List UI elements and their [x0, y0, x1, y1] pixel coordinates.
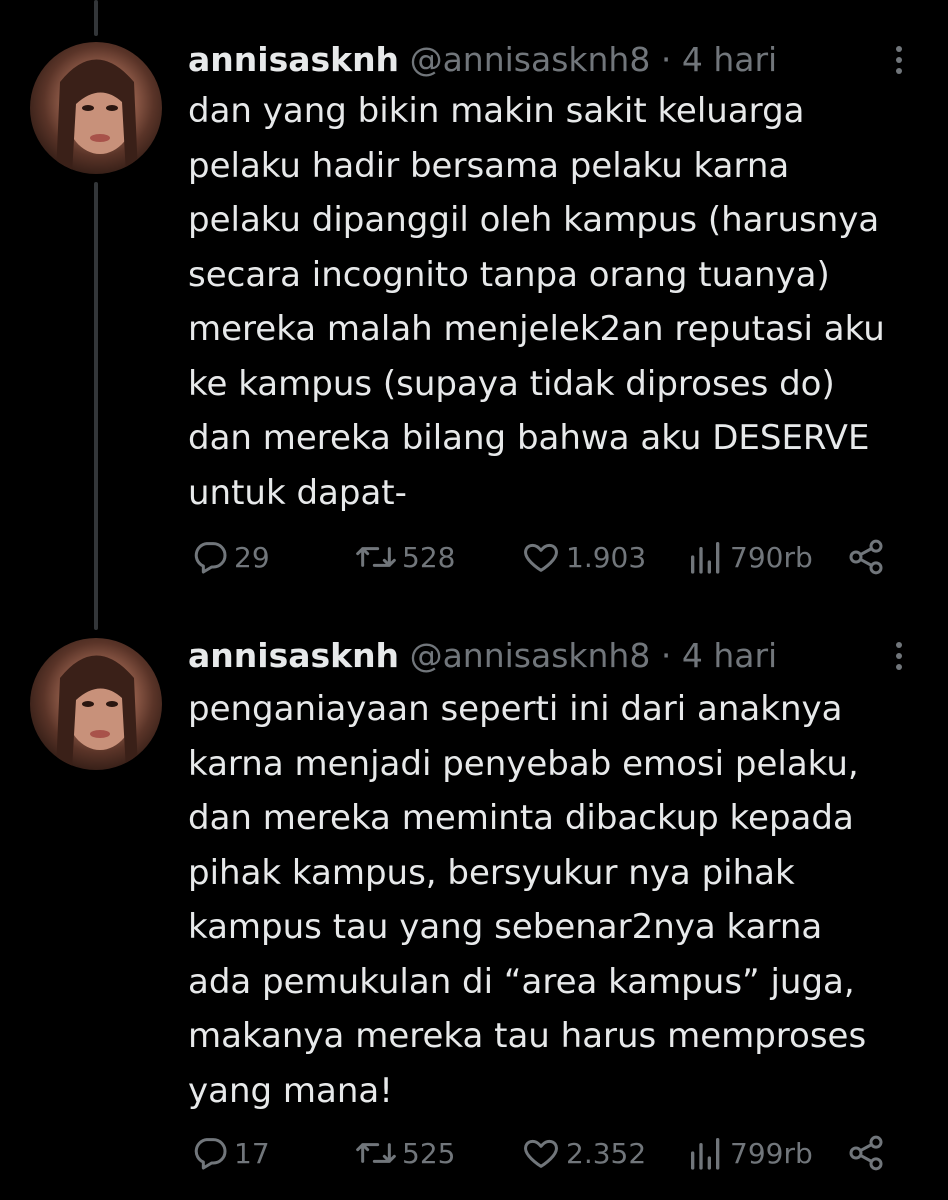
- avatar-image: [56, 59, 138, 174]
- retweet-button[interactable]: 525: [354, 1133, 455, 1173]
- retweet-count: 525: [402, 1136, 456, 1170]
- retweet-count: 528: [402, 540, 456, 574]
- tweet[interactable]: annisasknh @annisasknh8 · 4 hari pengani…: [0, 636, 948, 1200]
- timestamp[interactable]: 4 hari: [682, 636, 777, 675]
- separator-dot: ·: [660, 40, 672, 79]
- views-button[interactable]: 799rb: [686, 1133, 813, 1173]
- display-name[interactable]: annisasknh: [188, 40, 399, 79]
- reply-icon: [194, 1138, 227, 1170]
- reply-button[interactable]: 29: [190, 537, 270, 577]
- share-icon: [849, 1135, 883, 1171]
- reply-icon: [194, 542, 227, 574]
- share-button[interactable]: [846, 1133, 886, 1173]
- user-handle[interactable]: @annisasknh8: [410, 40, 651, 79]
- avatar[interactable]: [30, 638, 162, 770]
- heart-icon: [524, 543, 558, 572]
- like-count: 1.903: [566, 540, 647, 574]
- tweet-header: annisasknh @annisasknh8 · 4 hari: [188, 634, 777, 678]
- reply-count: 29: [234, 540, 270, 574]
- action-bar: 17 525 2.352 799rb: [190, 1133, 910, 1177]
- avatar[interactable]: [30, 42, 162, 174]
- avatar-image: [56, 655, 138, 770]
- retweet-icon: [356, 547, 396, 567]
- more-icon: [896, 642, 902, 670]
- separator-dot: ·: [660, 636, 672, 675]
- more-options-button[interactable]: [884, 40, 914, 80]
- views-count: 799rb: [730, 1136, 813, 1170]
- tweet-text: penganiayaan seperti ini dari anaknya ka…: [188, 689, 867, 1111]
- views-icon: [691, 1138, 720, 1170]
- tweet-header: annisasknh @annisasknh8 · 4 hari: [188, 38, 777, 82]
- user-handle[interactable]: @annisasknh8: [410, 636, 651, 675]
- display-name[interactable]: annisasknh: [188, 636, 399, 675]
- like-count: 2.352: [566, 1136, 647, 1170]
- tweet[interactable]: annisasknh @annisasknh8 · 4 hari dan yan…: [0, 40, 948, 600]
- views-button[interactable]: 790rb: [686, 537, 813, 577]
- reply-button[interactable]: 17: [190, 1133, 270, 1173]
- heart-icon: [524, 1139, 558, 1168]
- views-icon: [691, 542, 720, 574]
- retweet-icon: [356, 1143, 396, 1163]
- like-button[interactable]: 2.352: [520, 1133, 646, 1173]
- more-options-button[interactable]: [884, 636, 914, 676]
- timestamp[interactable]: 4 hari: [682, 40, 777, 79]
- retweet-button[interactable]: 528: [354, 537, 455, 577]
- thread-line-top: [94, 0, 98, 36]
- share-icon: [849, 539, 883, 575]
- share-button[interactable]: [846, 537, 886, 577]
- reply-count: 17: [234, 1136, 270, 1170]
- action-bar: 29 528 1.903 790rb: [190, 537, 910, 581]
- tweet-text: dan yang bikin makin sakit keluarga pela…: [188, 91, 885, 513]
- like-button[interactable]: 1.903: [520, 537, 646, 577]
- more-icon: [896, 46, 902, 74]
- views-count: 790rb: [730, 540, 813, 574]
